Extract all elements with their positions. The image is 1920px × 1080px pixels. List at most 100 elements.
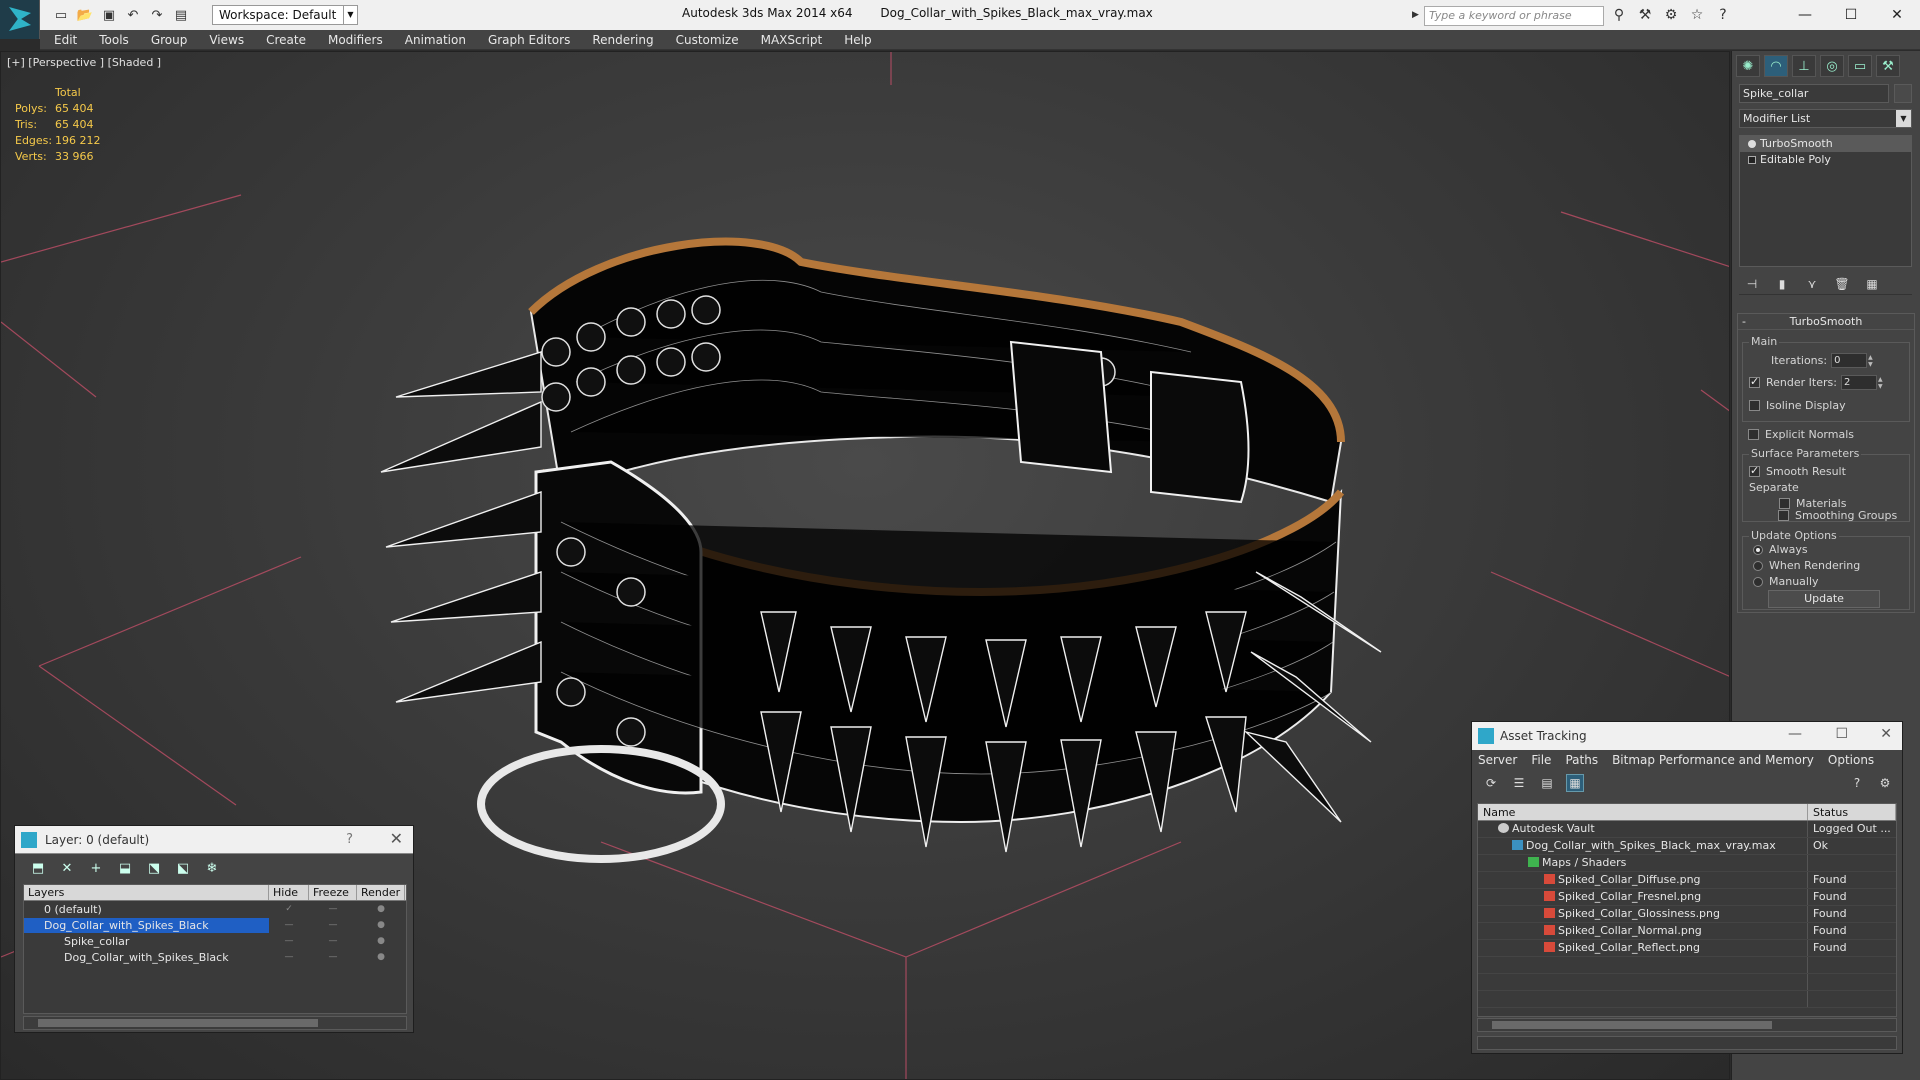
scrollbar-thumb[interactable] <box>1492 1021 1772 1029</box>
list-view-icon[interactable]: ☰ <box>1510 774 1528 792</box>
pin-stack-icon[interactable]: ⊣ <box>1743 275 1761 293</box>
hide-toggle[interactable]: — <box>269 920 309 930</box>
update-button[interactable]: Update <box>1768 590 1880 608</box>
open-file-icon[interactable]: 📂 <box>76 6 94 24</box>
asset-row[interactable]: Spiked_Collar_Glossiness.png Found <box>1478 906 1896 923</box>
subscription-icon[interactable]: ⚒ <box>1636 6 1654 24</box>
menu-views[interactable]: Views <box>209 33 244 47</box>
menu-create[interactable]: Create <box>266 33 306 47</box>
column-layers[interactable]: Layers <box>24 885 269 900</box>
asset-path-field[interactable] <box>1477 1036 1897 1050</box>
project-folder-icon[interactable]: ▤ <box>172 6 190 24</box>
asset-row[interactable]: Spiked_Collar_Fresnel.png Found <box>1478 889 1896 906</box>
highlight-layer-icon[interactable]: ⬔ <box>145 859 163 877</box>
column-hide[interactable]: Hide <box>269 885 309 900</box>
menu-modifiers[interactable]: Modifiers <box>328 33 383 47</box>
hide-toggle[interactable]: — <box>269 952 309 962</box>
when-rendering-radio[interactable] <box>1753 560 1763 571</box>
delete-layer-icon[interactable]: ✕ <box>58 859 76 877</box>
spinner-arrows-icon[interactable]: ▲ ▼ <box>1878 376 1886 390</box>
create-layer-icon[interactable]: ⬒ <box>29 859 47 877</box>
hierarchy-tab-icon[interactable]: ⊥ <box>1792 55 1816 77</box>
minimize-icon[interactable]: — <box>1788 726 1802 742</box>
asset-menu-file[interactable]: File <box>1531 753 1551 767</box>
make-unique-icon[interactable]: ⋎ <box>1803 275 1821 293</box>
help-icon[interactable]: ? <box>1714 6 1732 24</box>
asset-menu-server[interactable]: Server <box>1478 753 1517 767</box>
asset-dialog-titlebar[interactable]: Asset Tracking — ☐ ✕ <box>1472 722 1902 750</box>
menu-maxscript[interactable]: MAXScript <box>761 33 823 47</box>
render-teapot-icon[interactable]: ● <box>357 952 405 962</box>
asset-row[interactable]: Spiked_Collar_Diffuse.png Found <box>1478 872 1896 889</box>
freeze-toggle[interactable]: — <box>309 904 357 914</box>
create-tab-icon[interactable]: ✺ <box>1736 55 1760 77</box>
new-file-icon[interactable]: ▭ <box>52 6 70 24</box>
asset-row[interactable]: Dog_Collar_with_Spikes_Black_max_vray.ma… <box>1478 838 1896 855</box>
settings-icon[interactable]: ⚙ <box>1876 774 1894 792</box>
redo-icon[interactable]: ↷ <box>148 6 166 24</box>
modify-tab-icon[interactable]: ◠ <box>1764 55 1788 77</box>
search-expand-icon[interactable]: ▶ <box>1412 6 1424 24</box>
stack-item-editable-poly[interactable]: Editable Poly <box>1740 152 1911 168</box>
show-end-result-icon[interactable]: ▮ <box>1773 275 1791 293</box>
utilities-tab-icon[interactable]: ⚒ <box>1876 55 1900 77</box>
binoculars-icon[interactable]: ⚲ <box>1610 6 1628 24</box>
column-name[interactable]: Name <box>1478 804 1808 820</box>
object-color-swatch[interactable] <box>1894 84 1912 103</box>
freeze-toggle[interactable]: — <box>309 920 357 930</box>
expand-icon[interactable] <box>1748 156 1756 164</box>
favorites-icon[interactable]: ☆ <box>1688 6 1706 24</box>
render-teapot-icon[interactable]: ● <box>357 936 405 946</box>
render-teapot-icon[interactable]: ● <box>357 920 405 930</box>
manually-radio[interactable] <box>1753 576 1763 587</box>
asset-scrollbar[interactable] <box>1477 1018 1897 1032</box>
hide-toggle[interactable]: — <box>269 936 309 946</box>
isoline-checkbox[interactable] <box>1749 400 1760 411</box>
maximize-button[interactable]: ☐ <box>1828 0 1874 30</box>
layer-row[interactable]: Dog_Collar_with_Spikes_Black — — ● <box>24 917 406 933</box>
layer-dialog-titlebar[interactable]: Layer: 0 (default) ? ✕ <box>15 826 413 854</box>
select-objects-icon[interactable]: ⬓ <box>116 859 134 877</box>
add-to-layer-icon[interactable]: + <box>87 859 105 877</box>
freeze-toggle[interactable]: — <box>309 952 357 962</box>
scrollbar-thumb[interactable] <box>38 1019 318 1027</box>
close-button[interactable]: ✕ <box>1874 0 1920 30</box>
asset-row[interactable]: Maps / Shaders <box>1478 855 1896 872</box>
hide-all-icon[interactable]: ⬕ <box>174 859 192 877</box>
layer-row[interactable]: 0 (default) ✓ — ● <box>24 901 406 917</box>
asset-menu-options[interactable]: Options <box>1828 753 1874 767</box>
render-teapot-icon[interactable]: ● <box>357 904 405 914</box>
maximize-icon[interactable]: ☐ <box>1835 726 1848 742</box>
help-icon[interactable]: ? <box>1848 774 1866 792</box>
motion-tab-icon[interactable]: ◎ <box>1820 55 1844 77</box>
column-render[interactable]: Render <box>357 885 405 900</box>
asset-menu-paths[interactable]: Paths <box>1565 753 1598 767</box>
freeze-all-icon[interactable]: ❄ <box>203 859 221 877</box>
iterations-spinner[interactable]: 0 <box>1831 353 1868 368</box>
layer-row[interactable]: Spike_collar — — ● <box>24 933 406 949</box>
asset-menu-bitmap[interactable]: Bitmap Performance and Memory <box>1612 753 1814 767</box>
rollout-header[interactable]: - TurboSmooth <box>1738 314 1914 330</box>
menu-tools[interactable]: Tools <box>99 33 129 47</box>
asset-row[interactable]: Spiked_Collar_Normal.png Found <box>1478 923 1896 940</box>
close-icon[interactable]: ✕ <box>1880 726 1892 742</box>
smoothing-groups-checkbox[interactable] <box>1778 510 1789 521</box>
table-view-icon[interactable]: ▤ <box>1538 774 1556 792</box>
help-icon[interactable]: ? <box>346 832 353 847</box>
display-tab-icon[interactable]: ▭ <box>1848 55 1872 77</box>
save-icon[interactable]: ▣ <box>100 6 118 24</box>
freeze-toggle[interactable]: — <box>309 936 357 946</box>
configure-sets-icon[interactable]: ▦ <box>1863 275 1881 293</box>
menu-group[interactable]: Group <box>151 33 188 47</box>
undo-icon[interactable]: ↶ <box>124 6 142 24</box>
column-freeze[interactable]: Freeze <box>309 885 357 900</box>
asset-row[interactable]: Autodesk Vault Logged Out ... <box>1478 821 1896 838</box>
spinner-arrows-icon[interactable]: ▲ ▼ <box>1868 354 1876 368</box>
stack-item-turbosmooth[interactable]: TurboSmooth <box>1740 136 1911 152</box>
smooth-result-checkbox[interactable] <box>1749 464 1760 477</box>
menu-edit[interactable]: Edit <box>54 33 77 47</box>
app-logo-button[interactable] <box>0 0 40 39</box>
menu-graph-editors[interactable]: Graph Editors <box>488 33 570 47</box>
refresh-icon[interactable]: ⟳ <box>1482 774 1500 792</box>
remove-modifier-icon[interactable]: 🗑 <box>1833 275 1851 293</box>
